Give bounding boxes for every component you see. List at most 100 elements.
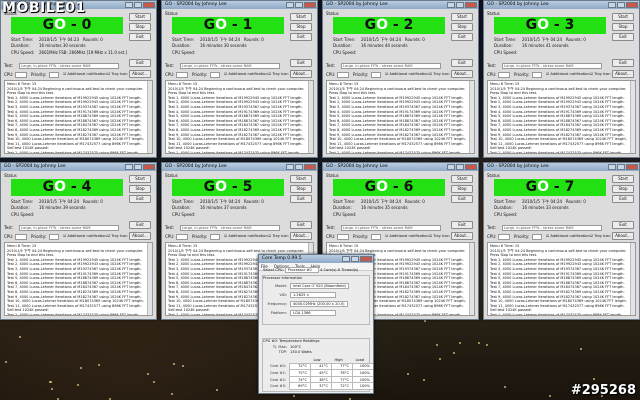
priority-select[interactable] bbox=[49, 72, 59, 78]
exit-button[interactable]: Exit bbox=[290, 221, 312, 229]
exit-button[interactable]: Exit bbox=[129, 59, 151, 67]
test-select[interactable]: Large, in-place FFTs - stress some RAM bbox=[180, 225, 280, 231]
log-output[interactable]: Menu 8 Time: 15 2010/1/5 下午 04:24 Beginni… bbox=[326, 80, 475, 154]
close-icon[interactable] bbox=[143, 164, 155, 170]
exit-button[interactable]: Exit bbox=[290, 59, 312, 67]
cpu-select[interactable] bbox=[498, 234, 510, 240]
stop-button[interactable]: Stop bbox=[290, 185, 312, 193]
window-titlebar[interactable]: GO - SP2004 by Johnny Lee bbox=[162, 1, 317, 9]
about-button[interactable]: About... bbox=[129, 232, 151, 240]
tray-icon-checkbox[interactable]: Tray Icon bbox=[590, 72, 610, 76]
minimize-icon[interactable] bbox=[286, 164, 294, 170]
maximize-icon[interactable] bbox=[295, 2, 303, 8]
exit-button[interactable]: Exit bbox=[129, 221, 151, 229]
about-button[interactable]: About... bbox=[612, 70, 634, 78]
tray-icon-checkbox[interactable]: Tray Icon bbox=[429, 234, 449, 238]
additional-notification-checkbox[interactable]: Additional notification bbox=[385, 72, 428, 76]
priority-select[interactable] bbox=[210, 234, 220, 240]
log-scrollbar[interactable] bbox=[147, 81, 152, 153]
about-button[interactable]: About... bbox=[451, 232, 473, 240]
about-button[interactable]: About... bbox=[290, 232, 312, 240]
about-button[interactable]: About... bbox=[612, 232, 634, 240]
maximize-icon[interactable] bbox=[134, 2, 142, 8]
additional-notification-checkbox[interactable]: Additional notification bbox=[63, 234, 106, 238]
tray-icon-checkbox[interactable]: Tray Icon bbox=[429, 72, 449, 76]
close-icon[interactable] bbox=[360, 256, 372, 262]
log-output[interactable]: Menu 8 Time: 15 2010/1/5 下午 04:24 Beginni… bbox=[487, 242, 636, 316]
window-titlebar[interactable]: GO - SP2004 by Johnny Lee bbox=[484, 1, 639, 9]
priority-select[interactable] bbox=[371, 72, 381, 78]
start-button[interactable]: Start bbox=[290, 175, 312, 183]
maximize-icon[interactable] bbox=[456, 164, 464, 170]
exit-button[interactable]: Exit bbox=[612, 221, 634, 229]
maximize-icon[interactable] bbox=[134, 164, 142, 170]
maximize-icon[interactable] bbox=[456, 2, 464, 8]
log-scrollbar[interactable] bbox=[308, 81, 313, 153]
additional-notification-checkbox[interactable]: Additional notification bbox=[546, 72, 589, 76]
test-select[interactable]: Large, in-place FFTs - stress some RAM bbox=[19, 225, 119, 231]
priority-select[interactable] bbox=[532, 234, 542, 240]
minimize-icon[interactable] bbox=[125, 2, 133, 8]
tray-icon-checkbox[interactable]: Tray Icon bbox=[107, 72, 127, 76]
maximize-icon[interactable] bbox=[351, 256, 359, 262]
cpu-select[interactable] bbox=[337, 234, 349, 240]
test-select[interactable]: Large, in-place FFTs - stress some RAM bbox=[19, 63, 119, 69]
minimize-icon[interactable] bbox=[447, 164, 455, 170]
cpu-select[interactable] bbox=[15, 72, 27, 78]
log-output[interactable]: Menu 8 Time: 15 2010/1/5 下午 04:24 Beginni… bbox=[4, 80, 153, 154]
coretemp-titlebar[interactable]: Core Temp 0.99.5 bbox=[259, 255, 373, 263]
cpu-select[interactable] bbox=[176, 72, 188, 78]
maximize-icon[interactable] bbox=[295, 164, 303, 170]
close-icon[interactable] bbox=[465, 164, 477, 170]
cpu-select[interactable] bbox=[498, 72, 510, 78]
priority-select[interactable] bbox=[210, 72, 220, 78]
test-select[interactable]: Large, in-place FFTs - stress some RAM bbox=[502, 225, 602, 231]
start-button[interactable]: Start bbox=[451, 13, 473, 21]
window-titlebar[interactable]: GO - SP2004 by Johnny Lee bbox=[1, 163, 156, 171]
log-scrollbar[interactable] bbox=[630, 243, 635, 315]
minimize-icon[interactable] bbox=[286, 2, 294, 8]
test-select[interactable]: Large, in-place FFTs - stress some RAM bbox=[180, 63, 280, 69]
start-button[interactable]: Start bbox=[612, 175, 634, 183]
log-output[interactable]: Menu 8 Time: 15 2010/1/5 下午 04:24 Beginni… bbox=[4, 242, 153, 316]
additional-notification-checkbox[interactable]: Additional notification bbox=[63, 72, 106, 76]
tray-icon-checkbox[interactable]: Tray Icon bbox=[107, 234, 127, 238]
window-titlebar[interactable]: GO - SP2004 by Johnny Lee bbox=[323, 163, 478, 171]
priority-select[interactable] bbox=[49, 234, 59, 240]
additional-notification-checkbox[interactable]: Additional notification bbox=[224, 72, 267, 76]
clear-button[interactable]: Exit bbox=[612, 33, 634, 41]
test-select[interactable]: Large, in-place FFTs - stress some RAM bbox=[502, 63, 602, 69]
tray-icon-checkbox[interactable]: Tray Icon bbox=[590, 234, 610, 238]
minimize-icon[interactable] bbox=[125, 164, 133, 170]
log-scrollbar[interactable] bbox=[147, 243, 152, 315]
window-titlebar[interactable]: GO - SP2004 by Johnny Lee bbox=[484, 163, 639, 171]
start-button[interactable]: Start bbox=[290, 13, 312, 21]
exit-button[interactable]: Exit bbox=[451, 221, 473, 229]
about-button[interactable]: About... bbox=[290, 70, 312, 78]
window-titlebar[interactable]: GO - SP2004 by Johnny Lee bbox=[162, 163, 317, 171]
stop-button[interactable]: Stop bbox=[451, 23, 473, 31]
tray-icon-checkbox[interactable]: Tray Icon bbox=[268, 72, 288, 76]
stop-button[interactable]: Stop bbox=[290, 23, 312, 31]
priority-select[interactable] bbox=[371, 234, 381, 240]
stop-button[interactable]: Stop bbox=[129, 185, 151, 193]
tray-icon-checkbox[interactable]: Tray Icon bbox=[268, 234, 288, 238]
log-scrollbar[interactable] bbox=[469, 81, 474, 153]
stop-button[interactable]: Stop bbox=[612, 185, 634, 193]
start-button[interactable]: Start bbox=[129, 175, 151, 183]
cpu-select[interactable] bbox=[176, 234, 188, 240]
close-icon[interactable] bbox=[143, 2, 155, 8]
close-icon[interactable] bbox=[304, 164, 316, 170]
start-button[interactable]: Start bbox=[451, 175, 473, 183]
window-titlebar[interactable]: GO - SP2004 by Johnny Lee bbox=[323, 1, 478, 9]
clear-button[interactable]: Exit bbox=[290, 33, 312, 41]
clear-button[interactable]: Exit bbox=[129, 195, 151, 203]
close-icon[interactable] bbox=[626, 2, 638, 8]
clear-button[interactable]: Exit bbox=[290, 195, 312, 203]
minimize-icon[interactable] bbox=[447, 2, 455, 8]
test-select[interactable]: Large, in-place FFTs - stress some RAM bbox=[341, 225, 441, 231]
cpu-select[interactable] bbox=[337, 72, 349, 78]
cpu-select[interactable] bbox=[15, 234, 27, 240]
maximize-icon[interactable] bbox=[617, 164, 625, 170]
clear-button[interactable]: Exit bbox=[451, 195, 473, 203]
